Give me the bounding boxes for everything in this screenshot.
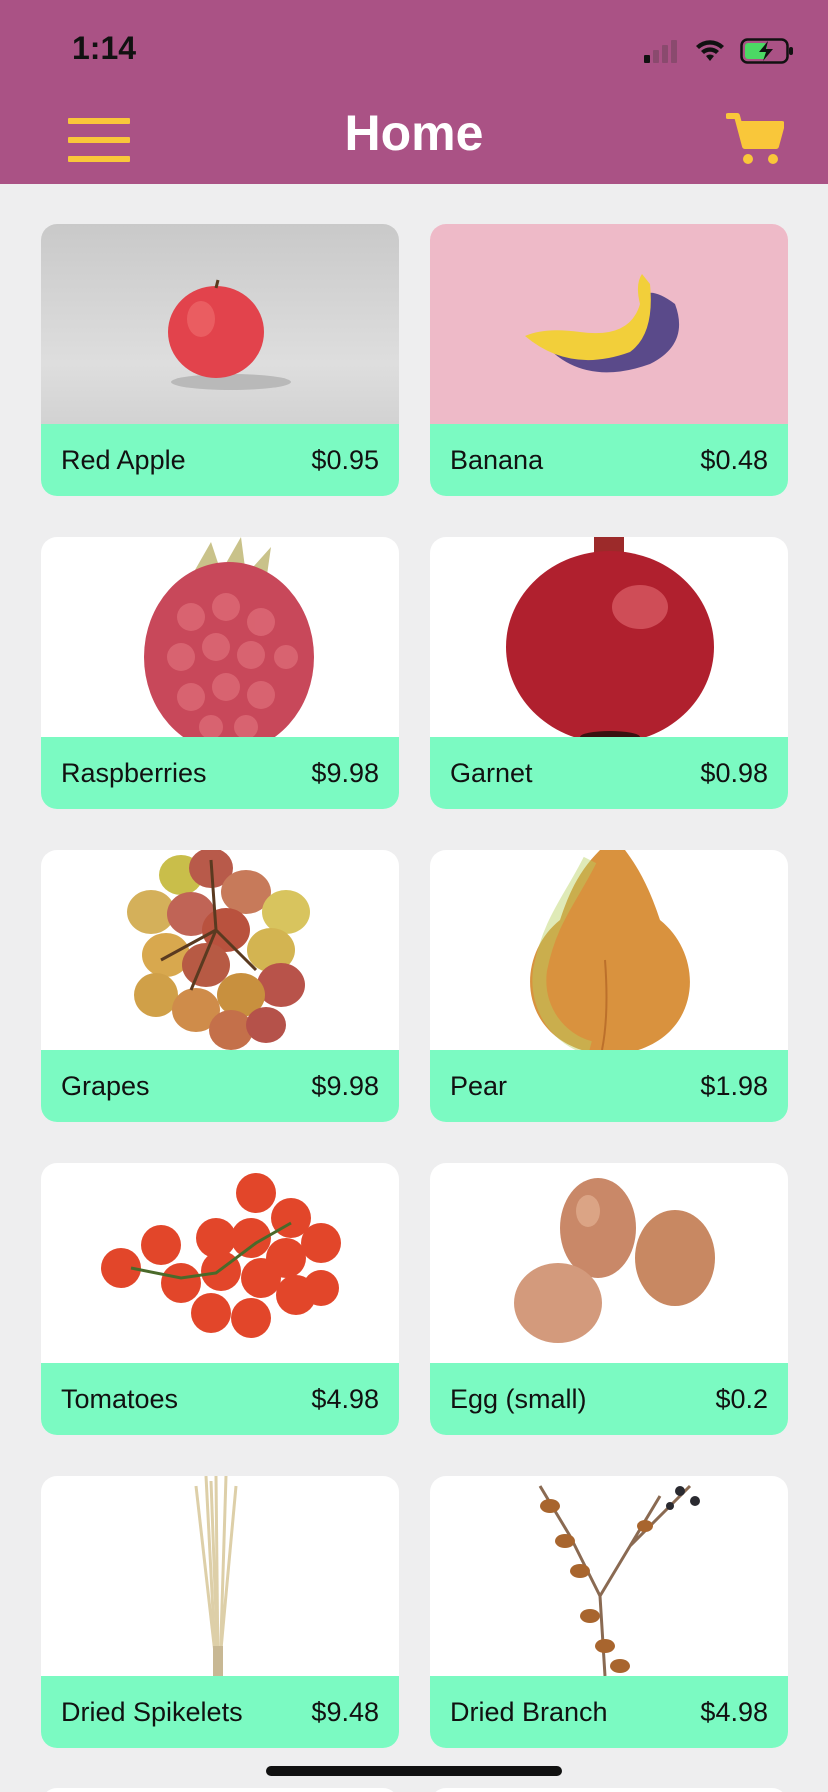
product-card[interactable]: Raspberries $9.98 <box>41 537 399 809</box>
app-bar: 1:14 Home <box>0 0 828 184</box>
product-image <box>430 224 788 424</box>
home-indicator[interactable] <box>266 1766 562 1776</box>
product-name: Dried Spikelets <box>61 1696 243 1727</box>
product-card[interactable]: Grapes $9.98 <box>41 850 399 1122</box>
product-price: $9.98 <box>311 1070 379 1101</box>
status-time: 1:14 <box>72 30 137 66</box>
product-price: $0.2 <box>715 1383 768 1414</box>
product-info-bar: Banana $0.48 <box>430 424 788 496</box>
product-info-bar: Tomatoes $4.98 <box>41 1363 399 1435</box>
product-price: $4.98 <box>311 1383 379 1414</box>
product-name: Raspberries <box>61 757 207 788</box>
product-image <box>430 537 788 737</box>
product-name: Grapes <box>61 1070 150 1101</box>
product-card-partial[interactable] <box>430 1788 788 1792</box>
product-info-bar: Grapes $9.98 <box>41 1050 399 1122</box>
product-image <box>41 224 399 424</box>
product-name: Dried Branch <box>450 1696 608 1727</box>
product-card-partial[interactable] <box>41 1788 399 1792</box>
product-card[interactable]: Dried Spikelets $9.48 <box>41 1476 399 1748</box>
product-image <box>41 1476 399 1676</box>
wifi-icon <box>696 40 724 61</box>
product-price: $9.48 <box>311 1696 379 1727</box>
product-card[interactable]: Pear $1.98 <box>430 850 788 1122</box>
product-price: $0.95 <box>311 444 379 475</box>
product-card[interactable]: Tomatoes $4.98 <box>41 1163 399 1435</box>
product-price: $0.48 <box>700 444 768 475</box>
cart-icon <box>725 113 785 164</box>
product-price: $1.98 <box>700 1070 768 1101</box>
product-name: Garnet <box>450 757 533 788</box>
product-info-bar: Egg (small) $0.2 <box>430 1363 788 1435</box>
product-info-bar: Dried Spikelets $9.48 <box>41 1676 399 1748</box>
product-price: $4.98 <box>700 1696 768 1727</box>
product-info-bar: Raspberries $9.98 <box>41 737 399 809</box>
product-info-bar: Garnet $0.98 <box>430 737 788 809</box>
product-image <box>430 1476 788 1676</box>
product-info-bar: Pear $1.98 <box>430 1050 788 1122</box>
product-image <box>41 850 399 1050</box>
product-card[interactable]: Banana $0.48 <box>430 224 788 496</box>
product-name: Red Apple <box>61 444 186 475</box>
product-image <box>41 1163 399 1363</box>
product-card[interactable]: Garnet $0.98 <box>430 537 788 809</box>
product-price: $9.98 <box>311 757 379 788</box>
product-image <box>430 850 788 1050</box>
page-title: Home <box>344 105 484 161</box>
product-name: Tomatoes <box>61 1383 179 1414</box>
product-card[interactable]: Dried Branch $4.98 <box>430 1476 788 1748</box>
product-info-bar: Dried Branch $4.98 <box>430 1676 788 1748</box>
signal-icon <box>644 40 677 63</box>
product-card[interactable]: Egg (small) $0.2 <box>430 1163 788 1435</box>
product-image <box>41 537 399 737</box>
product-name: Egg (small) <box>450 1383 587 1414</box>
product-image <box>430 1163 788 1363</box>
product-name: Pear <box>450 1070 508 1101</box>
product-name: Banana <box>450 444 544 475</box>
product-info-bar: Red Apple $0.95 <box>41 424 399 496</box>
status-icons <box>642 36 794 66</box>
cart-button[interactable] <box>725 112 785 166</box>
product-price: $0.98 <box>700 757 768 788</box>
battery-icon <box>740 38 793 64</box>
product-card[interactable]: Red Apple $0.95 <box>41 224 399 496</box>
